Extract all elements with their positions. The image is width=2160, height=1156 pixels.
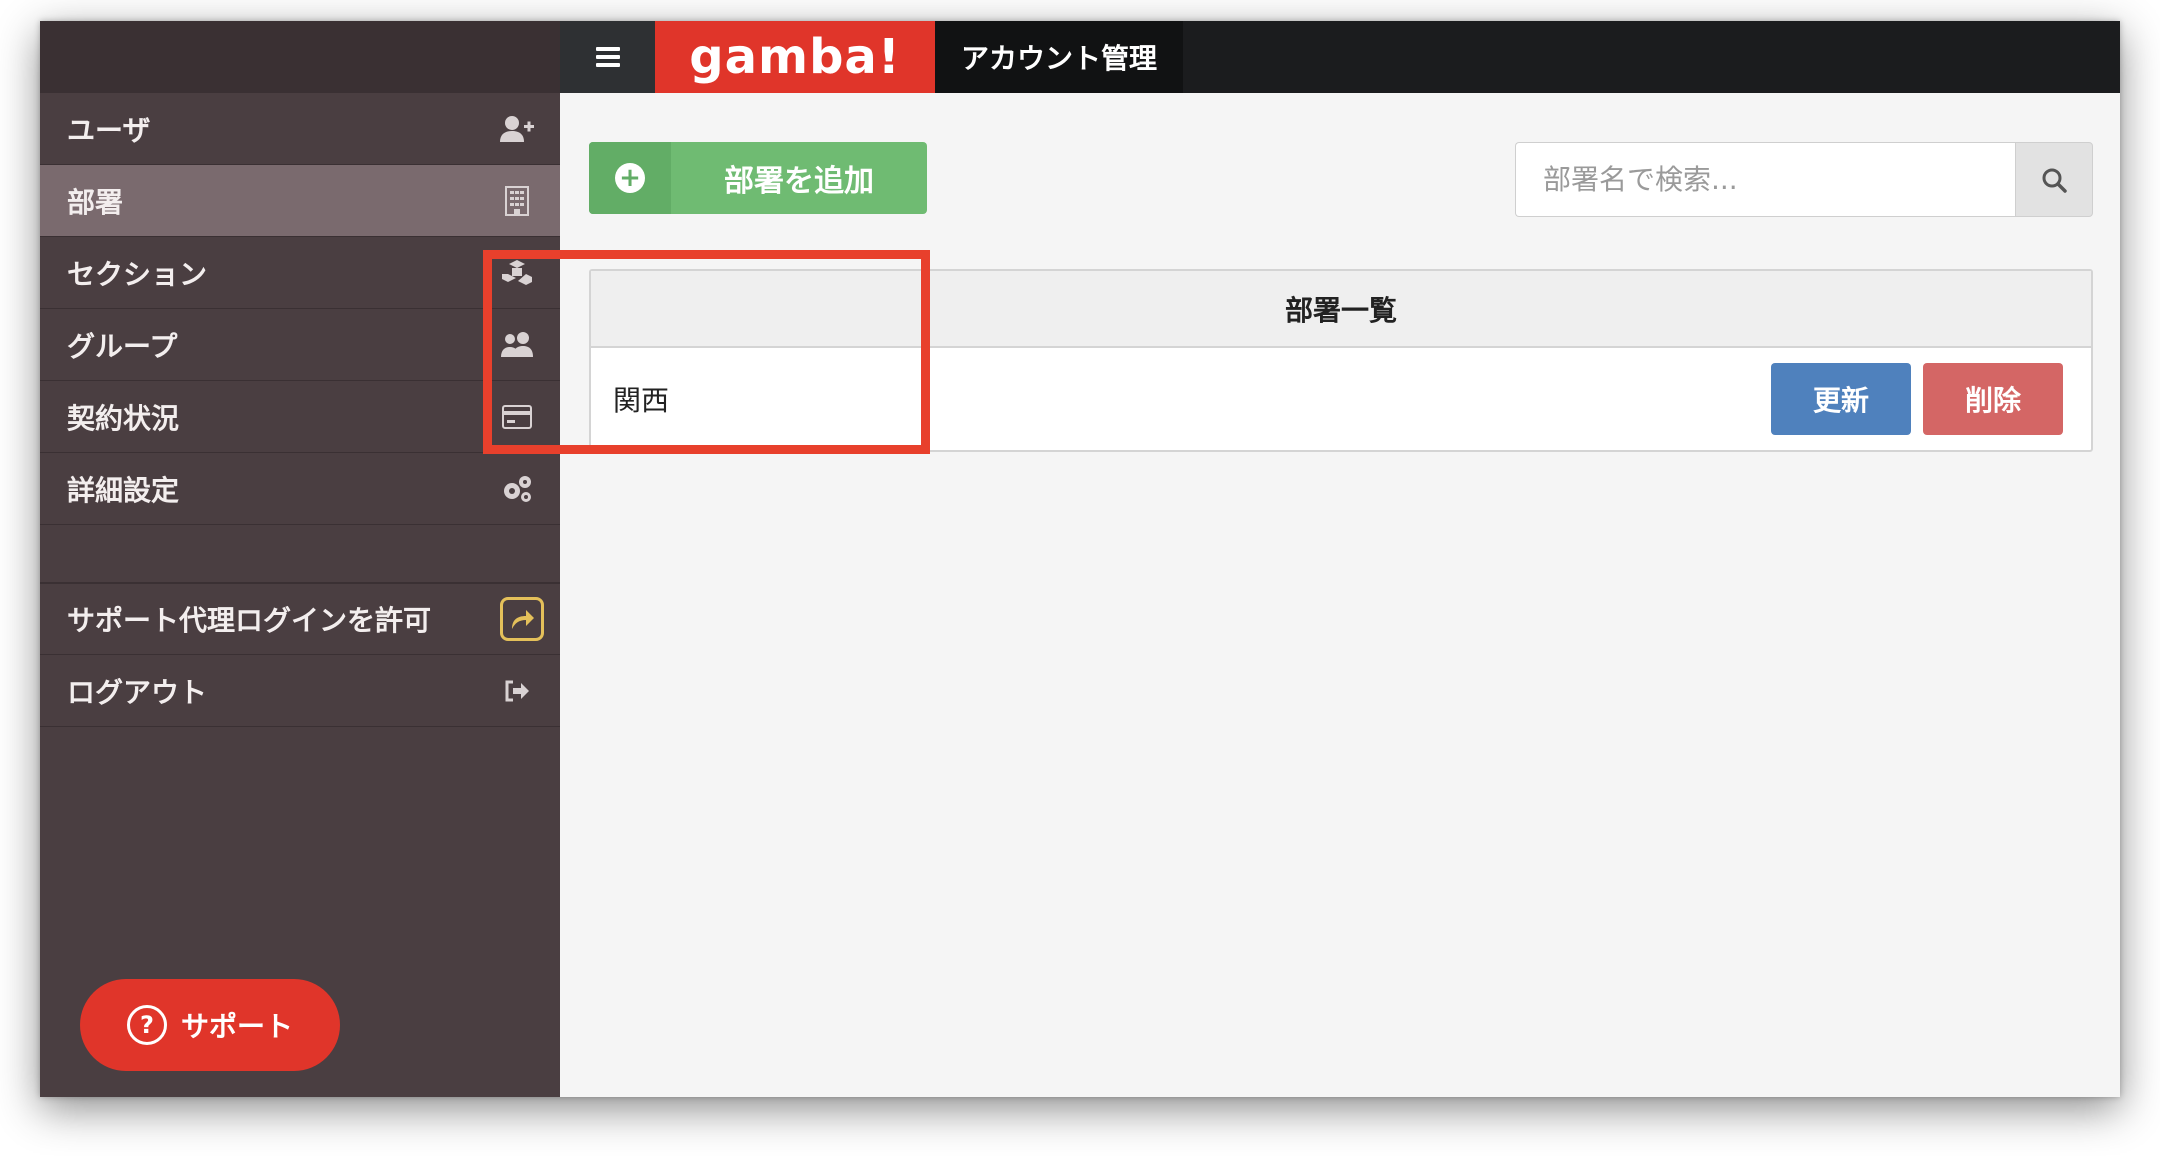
search-icon [2042,168,2067,193]
sign-out-icon [500,674,534,708]
cubes-icon [500,256,534,290]
sidebar-item-groups[interactable]: グループ [40,309,560,381]
sidebar-item-contract[interactable]: 契約状況 [40,381,560,453]
gears-icon [500,472,534,506]
sidebar-item-label: ログアウト [67,675,208,709]
app-window: ユーザ 部署 セクション グループ 契約状況 詳細設定 サポート代理ログインを許… [40,21,2120,1097]
sidebar-item-settings[interactable]: 詳細設定 [40,453,560,525]
search-button[interactable] [2015,142,2093,217]
sidebar-item-label: ユーザ [67,113,151,147]
sidebar: ユーザ 部署 セクション グループ 契約状況 詳細設定 サポート代理ログインを許… [40,21,560,1097]
sidebar-spacer [40,525,560,583]
support-button[interactable]: ? サポート [80,979,340,1071]
search-box [1515,142,2093,217]
sidebar-item-support-proxy-login[interactable]: サポート代理ログインを許可 [40,583,560,655]
plus-circle-icon: + [615,163,645,193]
share-arrow-icon [500,597,544,641]
sidebar-header [40,21,560,93]
update-button[interactable]: 更新 [1771,363,1911,435]
department-name: 関西 [591,348,929,450]
sidebar-item-sections[interactable]: セクション [40,237,560,309]
building-icon [500,184,534,218]
add-user-icon [500,112,534,146]
add-button-label: 部署を追加 [724,164,874,199]
sidebar-item-label: グループ [67,329,178,363]
sidebar-item-label: サポート代理ログインを許可 [67,604,432,637]
row-actions: 更新 削除 [929,348,2091,450]
add-button-icon-cell: + [589,142,671,214]
sidebar-item-label: セクション [67,257,208,291]
menu-toggle-button[interactable] [560,21,655,93]
brand-logo[interactable]: gamba! [655,21,935,93]
support-button-label: サポート [180,1010,293,1043]
sidebar-item-label: 詳細設定 [67,473,180,507]
department-list-panel: 部署一覧 関西 更新 削除 [589,269,2093,452]
page-title: アカウント管理 [935,21,1183,93]
users-icon [500,328,534,362]
top-header: gamba! アカウント管理 [560,21,2120,93]
sidebar-item-users[interactable]: ユーザ [40,93,560,165]
search-input[interactable] [1515,142,2015,217]
delete-button[interactable]: 削除 [1923,363,2063,435]
question-circle-icon: ? [126,1005,167,1045]
hamburger-icon [595,43,620,71]
credit-card-icon [500,400,534,434]
sidebar-item-logout[interactable]: ログアウト [40,655,560,727]
table-row: 関西 更新 削除 [591,348,2091,450]
sidebar-item-departments[interactable]: 部署 [40,165,560,237]
sidebar-item-label: 部署 [67,185,124,219]
panel-title: 部署一覧 [591,271,2091,348]
add-department-button[interactable]: + 部署を追加 [589,142,927,214]
main-content: + 部署を追加 部署一覧 関西 更新 削除 [560,93,2120,1097]
sidebar-item-label: 契約状況 [67,401,180,435]
